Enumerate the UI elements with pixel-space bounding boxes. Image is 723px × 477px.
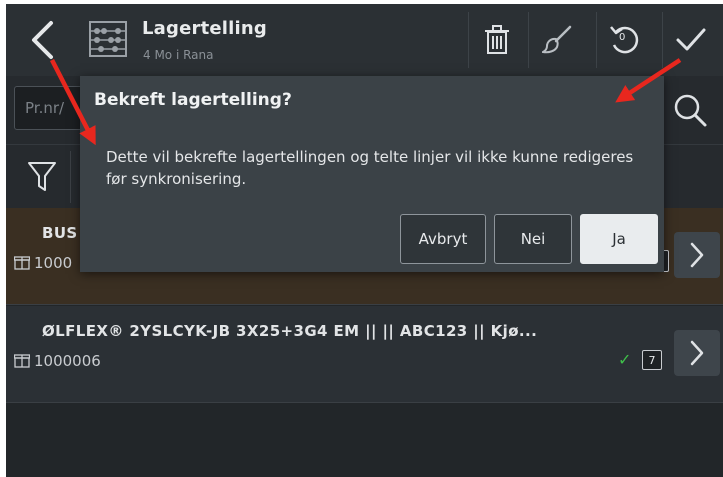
app-window: Lagertelling 4 Mo i Rana 0 Pr.nr/ BUS 10… xyxy=(6,4,723,477)
item-id: 1000 xyxy=(34,254,73,272)
box-icon xyxy=(14,256,30,270)
item-id-row: 1000006 xyxy=(14,352,101,370)
cancel-button[interactable]: Avbryt xyxy=(400,214,486,264)
back-button[interactable] xyxy=(20,16,64,64)
item-open-button[interactable] xyxy=(674,232,720,278)
list-item[interactable]: ØLFLEX® 2YSLCYK-JB 3X25+3G4 EM || || ABC… xyxy=(6,306,723,403)
header-bar: Lagertelling 4 Mo i Rana 0 xyxy=(6,4,723,76)
filter-icon xyxy=(28,162,56,191)
brush-button[interactable] xyxy=(528,12,585,68)
item-id-row: 1000 xyxy=(14,254,72,272)
reset-count-badge: 0 xyxy=(619,32,626,43)
search-button[interactable] xyxy=(666,86,714,134)
dialog-message: Dette vil bekrefte lagertellingen og tel… xyxy=(106,148,634,188)
confirm-button[interactable] xyxy=(662,12,719,68)
no-button[interactable]: Nei xyxy=(494,214,572,264)
item-open-button[interactable] xyxy=(674,330,720,376)
chevron-left-icon xyxy=(32,21,53,59)
search-icon xyxy=(674,94,707,127)
item-id: 1000006 xyxy=(34,352,101,370)
count-badge: 7 xyxy=(642,350,662,370)
item-name: BUS xyxy=(42,224,78,242)
trash-icon xyxy=(485,25,509,54)
checkmark-icon xyxy=(676,28,706,51)
item-name: ØLFLEX® 2YSLCYK-JB 3X25+3G4 EM || || ABC… xyxy=(42,322,538,340)
counted-check-icon: ✓ xyxy=(618,350,632,369)
page-title: Lagertelling xyxy=(142,18,268,39)
page-subtitle: 4 Mo i Rana xyxy=(143,48,214,62)
reset-button[interactable]: 0 xyxy=(596,12,653,68)
box-icon xyxy=(14,354,30,368)
chevron-right-icon xyxy=(690,340,704,366)
yes-button[interactable]: Ja xyxy=(580,214,658,264)
abacus-icon xyxy=(89,21,127,57)
confirm-dialog: Bekreft lagertelling? Dette vil bekrefte… xyxy=(80,76,664,272)
brush-icon xyxy=(542,25,572,54)
delete-button[interactable] xyxy=(468,12,525,68)
chevron-right-icon xyxy=(690,242,704,268)
filter-button[interactable] xyxy=(14,151,71,203)
dialog-title: Bekreft lagertelling? xyxy=(94,90,292,110)
